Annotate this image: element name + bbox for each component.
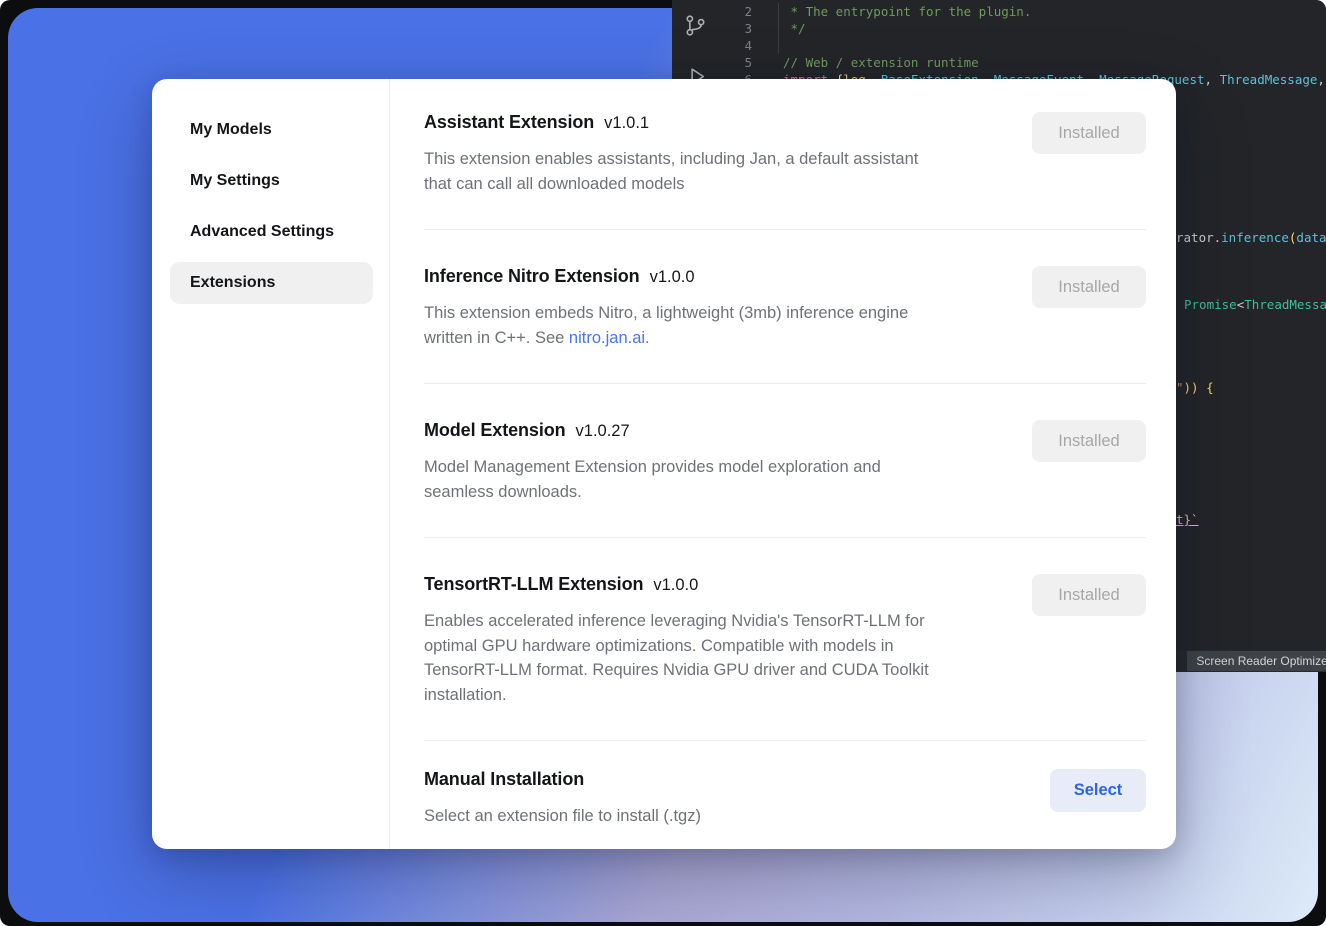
extension-row-tensorrt-llm: TensortRT-LLM Extension v1.0.0 Enables ac… (424, 538, 1146, 741)
manual-installation-title: Manual Installation (424, 769, 701, 790)
code-line: * The entrypoint for the plugin. (783, 3, 1031, 20)
extension-name: Inference Nitro Extension (424, 266, 640, 286)
extensions-panel: Assistant Extension v1.0.1 This extension… (390, 79, 1176, 849)
screen-reader-chip[interactable]: Screen Reader Optimized (1187, 651, 1326, 671)
manual-installation-description: Select an extension file to install (.tg… (424, 804, 701, 829)
extension-title: Assistant Extension v1.0.1 (424, 112, 918, 133)
line-number: 4 (718, 37, 752, 54)
extension-version: v1.0.0 (650, 268, 695, 286)
extension-row-model: Model Extension v1.0.27 Model Management … (424, 384, 1146, 538)
extension-version: v1.0.1 (604, 114, 649, 132)
sidebar-item-my-models[interactable]: My Models (170, 109, 373, 151)
sidebar-item-extensions[interactable]: Extensions (170, 262, 373, 304)
extension-title: TensortRT-LLM Extension v1.0.0 (424, 574, 929, 595)
line-number: 3 (718, 20, 752, 37)
extension-description: This extension embeds Nitro, a lightweig… (424, 301, 908, 350)
manual-installation-row: Manual Installation Select an extension … (424, 741, 1146, 829)
extension-name: TensortRT-LLM Extension (424, 574, 643, 594)
extension-name: Assistant Extension (424, 112, 594, 132)
extension-version: v1.0.27 (576, 422, 630, 440)
code-fragment: Promise<ThreadMessage> (1184, 296, 1326, 313)
installed-button[interactable]: Installed (1032, 420, 1146, 462)
nitro-jan-ai-link[interactable]: nitro.jan.ai. (569, 329, 650, 347)
installed-button[interactable]: Installed (1032, 112, 1146, 154)
source-control-icon[interactable] (682, 12, 709, 39)
extension-name: Model Extension (424, 420, 566, 440)
settings-sidebar: My Models My Settings Advanced Settings … (152, 79, 390, 849)
extension-title: Inference Nitro Extension v1.0.0 (424, 266, 908, 287)
extension-row-inference-nitro: Inference Nitro Extension v1.0.0 This ext… (424, 230, 1146, 384)
installed-button[interactable]: Installed (1032, 266, 1146, 308)
extension-description: Enables accelerated inference leveraging… (424, 609, 929, 707)
sidebar-item-my-settings[interactable]: My Settings (170, 160, 373, 202)
indent-guide (778, 3, 779, 54)
extension-description: Model Management Extension provides mode… (424, 455, 881, 504)
extension-title: Model Extension v1.0.27 (424, 420, 881, 441)
code-fragment: ")) { (1176, 379, 1214, 396)
extension-row-assistant: Assistant Extension v1.0.1 This extension… (424, 79, 1146, 230)
select-file-button[interactable]: Select (1050, 769, 1146, 812)
code-line: */ (783, 20, 806, 37)
desktop-canvas: 2 * The entrypoint for the plugin. 3 */ 45… (0, 0, 1326, 926)
extension-description: This extension enables assistants, inclu… (424, 147, 918, 196)
code-fragment: rator.inference(data)); (1176, 229, 1326, 246)
installed-button[interactable]: Installed (1032, 574, 1146, 616)
extension-version: v1.0.0 (653, 576, 698, 594)
settings-modal: My Models My Settings Advanced Settings … (152, 79, 1176, 849)
code-line: // Web / extension runtime (783, 54, 979, 71)
line-number: 5 (718, 54, 752, 71)
sidebar-item-advanced-settings[interactable]: Advanced Settings (170, 211, 373, 253)
line-number: 2 (718, 3, 752, 20)
code-fragment: t}` (1176, 511, 1199, 528)
